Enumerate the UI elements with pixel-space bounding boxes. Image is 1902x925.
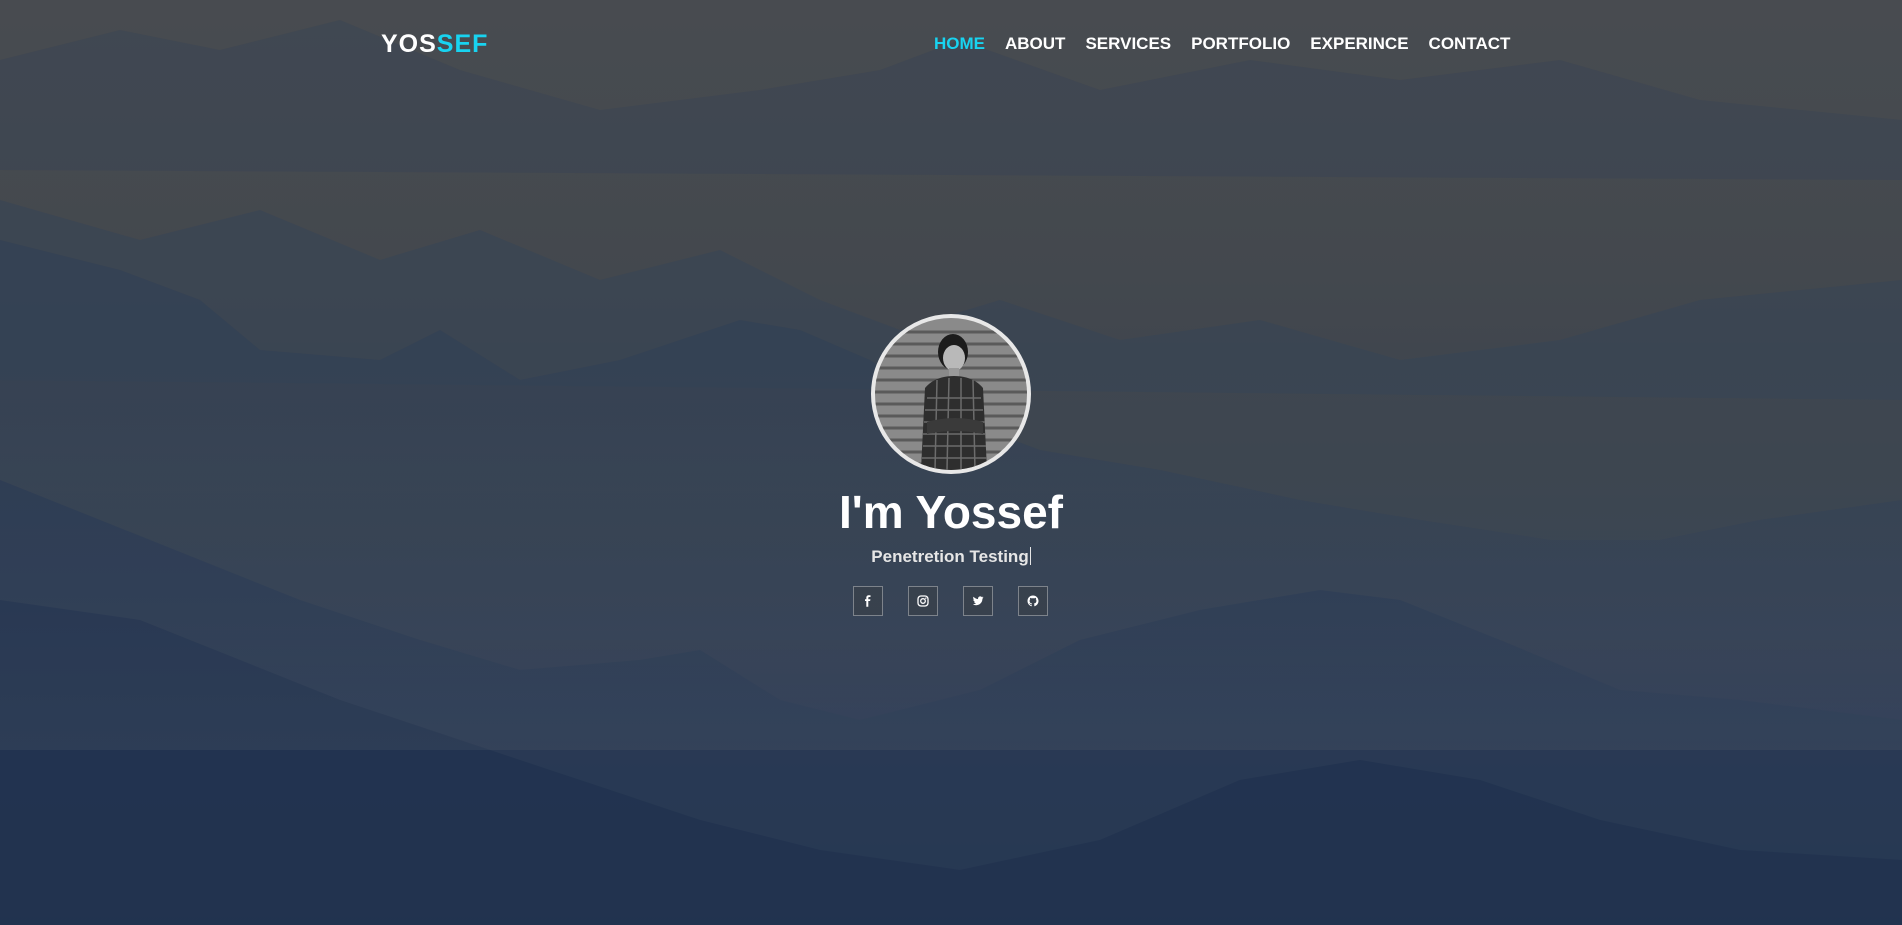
avatar: [871, 314, 1031, 474]
profile-photo: [875, 318, 1027, 470]
facebook-icon: [865, 595, 871, 607]
hero-subtitle: Penetretion Testing: [871, 547, 1029, 566]
profile-section: I'm Yossef Penetretion Testing: [0, 0, 1902, 925]
instagram-button[interactable]: [908, 586, 938, 616]
hero-section: YOSSEF HOME ABOUT SERVICES PORTFOLIO EXP…: [0, 0, 1902, 925]
twitter-button[interactable]: [963, 586, 993, 616]
instagram-icon: [917, 595, 929, 607]
github-button[interactable]: [1018, 586, 1048, 616]
hero-title: I'm Yossef: [838, 486, 1063, 538]
github-icon: [1027, 595, 1039, 607]
twitter-icon: [972, 596, 984, 606]
hero-subtitle-wrap: Penetretion Testing: [0, 547, 1902, 567]
facebook-button[interactable]: [853, 586, 883, 616]
social-links: [853, 586, 1048, 616]
typing-cursor: [1029, 547, 1031, 565]
